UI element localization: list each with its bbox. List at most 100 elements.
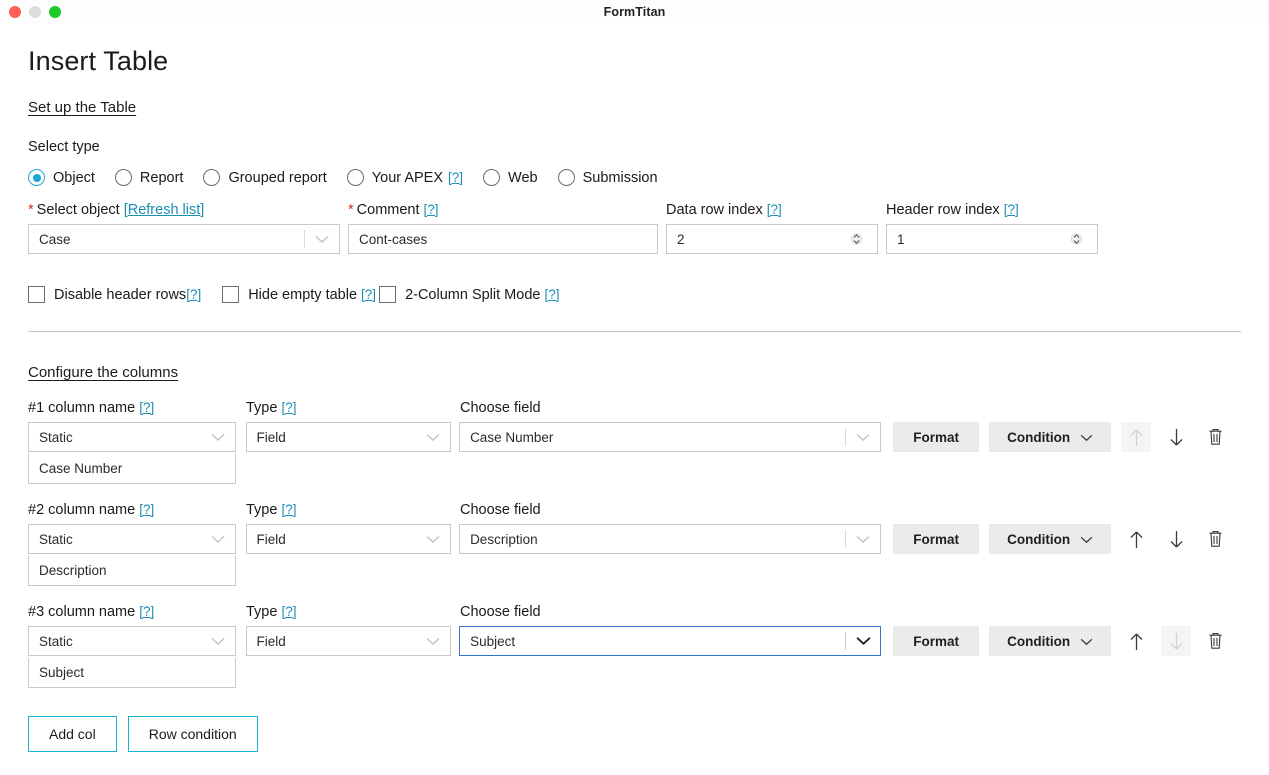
refresh-list-link[interactable]: [Refresh list]: [124, 202, 205, 218]
radio-option-object[interactable]: Object: [28, 169, 95, 186]
choose-field-dropdown[interactable]: Subject: [459, 626, 882, 656]
label-text: Type: [246, 502, 278, 518]
chevron-down-icon: [1080, 634, 1093, 649]
number-stepper-icon[interactable]: [1063, 231, 1089, 247]
radio-circle-icon[interactable]: [28, 169, 45, 186]
help-link-column-type[interactable]: [?]: [281, 604, 296, 619]
column-row: #2 column name [?] Type [?] Choose field…: [28, 502, 1241, 586]
help-link-column-name[interactable]: [?]: [139, 400, 154, 415]
column-row-controls: Static Subject Field Subject Format Cond…: [28, 626, 1241, 688]
comment-block: * Comment [?] Cont-cases: [348, 202, 658, 254]
radio-label: Report: [139, 169, 184, 186]
move-up-button[interactable]: [1121, 524, 1151, 554]
checkbox-hide-empty-table[interactable]: Hide empty table [?]: [222, 286, 376, 303]
header-row-index-input[interactable]: 1: [886, 224, 1098, 254]
page-content: Insert Table Set up the Table Select typ…: [0, 46, 1269, 752]
help-link-hide-empty-table[interactable]: [?]: [361, 287, 376, 302]
condition-button[interactable]: Condition: [989, 422, 1112, 452]
add-col-button[interactable]: Add col: [28, 716, 117, 752]
radio-circle-icon[interactable]: [483, 169, 501, 186]
radio-option-your-apex[interactable]: Your APEX [?]: [346, 169, 463, 186]
column-row: #3 column name [?] Type [?] Choose field…: [28, 604, 1241, 688]
column-name-header: #2 column name [?]: [28, 502, 236, 518]
condition-button[interactable]: Condition: [989, 524, 1112, 554]
column-name-type-dropdown[interactable]: Static: [28, 524, 236, 554]
column-name-group: Static Subject: [28, 626, 236, 688]
choose-field-dropdown[interactable]: Description: [459, 524, 882, 554]
data-row-index-value: 2: [677, 231, 685, 247]
choose-field-value: Subject: [470, 633, 516, 649]
condition-button[interactable]: Condition: [989, 626, 1112, 656]
choose-field-dropdown[interactable]: Case Number: [459, 422, 882, 452]
help-link-column-name[interactable]: [?]: [139, 604, 154, 619]
help-link-comment[interactable]: [?]: [424, 202, 439, 217]
checkbox-disable-header-rows[interactable]: Disable header rows[?]: [28, 286, 201, 303]
radio-option-web[interactable]: Web: [483, 169, 538, 186]
move-down-button[interactable]: [1161, 524, 1191, 554]
radio-option-submission[interactable]: Submission: [557, 169, 658, 186]
delete-column-button[interactable]: [1201, 524, 1231, 554]
help-link-column-type[interactable]: [?]: [281, 400, 296, 415]
move-down-button[interactable]: [1161, 422, 1191, 452]
checkbox-box-icon[interactable]: [379, 286, 397, 303]
column-row-headers: #1 column name [?] Type [?] Choose field: [28, 400, 1241, 416]
choose-field-group: Case Number: [459, 422, 882, 452]
configure-columns-section-header[interactable]: Configure the columns: [28, 364, 178, 381]
delete-column-button[interactable]: [1201, 626, 1231, 656]
radio-label: Submission: [582, 169, 658, 186]
column-field-type-group: Field: [245, 422, 452, 452]
comment-input[interactable]: Cont-cases: [348, 224, 658, 254]
help-link-column-name[interactable]: [?]: [139, 502, 154, 517]
radio-circle-icon[interactable]: [557, 169, 575, 186]
help-link-column-type[interactable]: [?]: [281, 502, 296, 517]
help-link-your-apex[interactable]: [?]: [448, 170, 463, 185]
number-stepper-icon[interactable]: [843, 231, 869, 247]
chevron-down-icon: [1080, 430, 1093, 445]
radio-option-grouped-report[interactable]: Grouped report: [203, 169, 327, 186]
column-type-dropdown[interactable]: Field: [245, 524, 452, 554]
column-name-type-dropdown[interactable]: Static: [28, 626, 236, 656]
column-type-dropdown[interactable]: Field: [245, 422, 452, 452]
format-button[interactable]: Format: [893, 524, 980, 554]
column-name-input[interactable]: Description: [28, 556, 236, 586]
data-row-index-input[interactable]: 2: [666, 224, 878, 254]
row-condition-button[interactable]: Row condition: [127, 716, 258, 752]
checkbox-box-icon[interactable]: [222, 286, 240, 303]
help-link-2-column-split-mode[interactable]: [?]: [545, 287, 560, 302]
choose-field-header: Choose field: [460, 604, 541, 620]
checkbox-label: Disable header rows[?]: [54, 287, 201, 303]
column-row-controls: Static Case Number Field Case Number For…: [28, 422, 1241, 484]
column-row-headers: #2 column name [?] Type [?] Choose field: [28, 502, 1241, 518]
format-button[interactable]: Format: [893, 422, 980, 452]
radio-option-report[interactable]: Report: [114, 169, 184, 186]
column-name-input[interactable]: Subject: [28, 658, 236, 688]
column-type-dropdown[interactable]: Field: [245, 626, 452, 656]
checkbox-2-column-split-mode[interactable]: 2-Column Split Mode [?]: [379, 286, 560, 303]
delete-column-button[interactable]: [1201, 422, 1231, 452]
setup-fields-row: * Select object [Refresh list] Case * Comm…: [28, 202, 1241, 254]
help-link-header-row-index[interactable]: [?]: [1004, 202, 1019, 217]
radio-circle-icon[interactable]: [203, 169, 221, 186]
column-name-input[interactable]: Case Number: [28, 454, 236, 484]
label-text: Hide empty table: [248, 286, 358, 303]
label-text: Header row index: [886, 202, 1000, 218]
chevron-down-icon: [305, 235, 339, 244]
checkbox-box-icon[interactable]: [28, 286, 45, 303]
label-text: Select object: [36, 202, 120, 218]
chevron-down-icon: [201, 433, 235, 442]
radio-circle-icon[interactable]: [114, 169, 132, 186]
setup-table-section-header[interactable]: Set up the Table: [28, 99, 136, 116]
label-text: 2-Column Split Mode: [405, 286, 541, 303]
column-row-headers: #3 column name [?] Type [?] Choose field: [28, 604, 1241, 620]
move-up-button[interactable]: [1121, 626, 1151, 656]
help-link-disable-header-rows[interactable]: [?]: [186, 287, 201, 302]
column-type-header: Type [?]: [246, 604, 452, 620]
label-text: #3 column name: [28, 604, 136, 620]
column-type-value: Field: [256, 429, 286, 445]
format-button[interactable]: Format: [893, 626, 980, 656]
column-name-type-dropdown[interactable]: Static: [28, 422, 236, 452]
radio-circle-icon[interactable]: [346, 169, 364, 186]
select-object-dropdown[interactable]: Case: [28, 224, 340, 254]
table-options-checkbox-group: Disable header rows[?] Hide empty table …: [28, 286, 1241, 303]
help-link-data-row-index[interactable]: [?]: [767, 202, 782, 217]
